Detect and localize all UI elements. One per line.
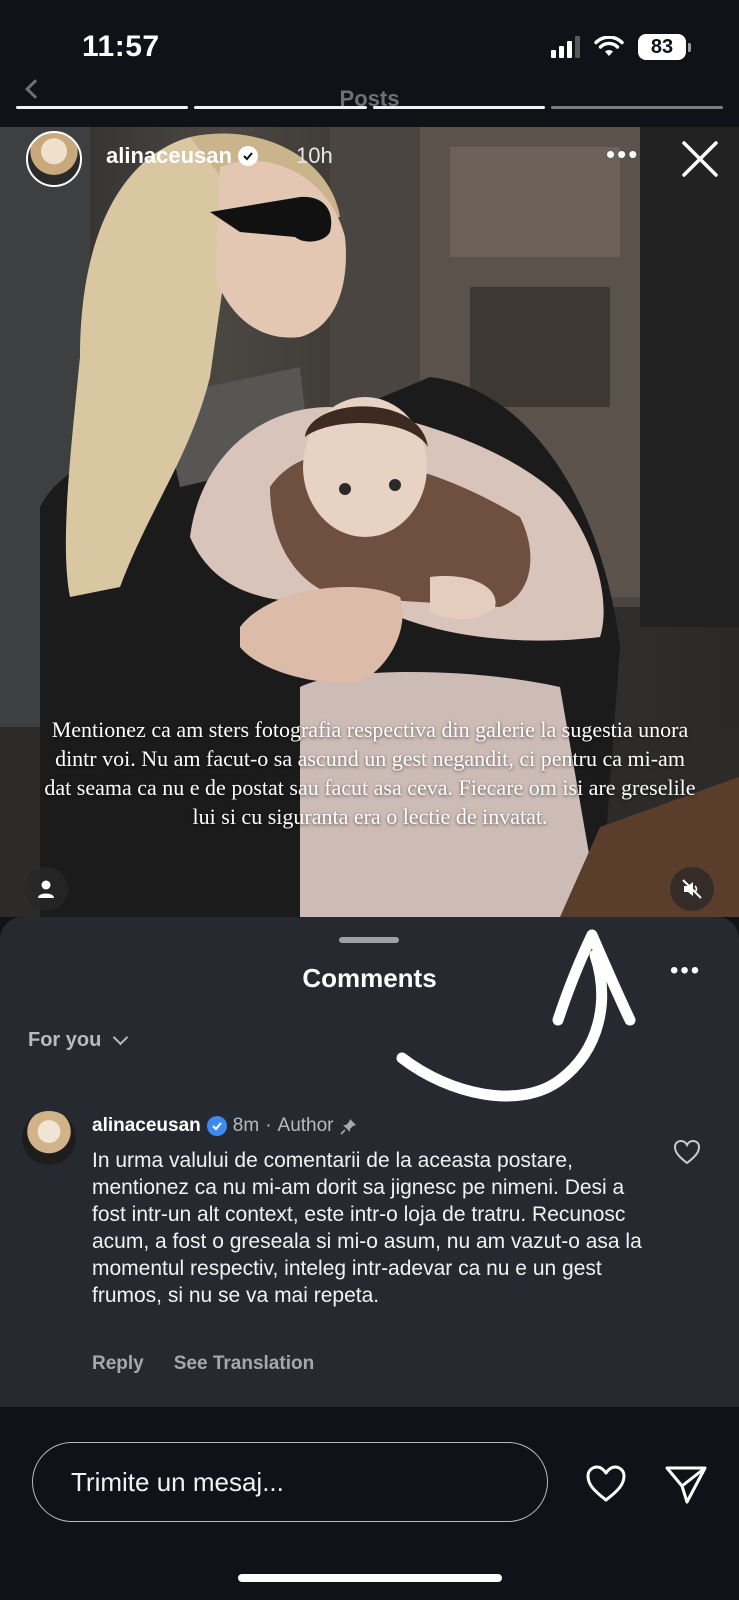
home-indicator[interactable]: [238, 1574, 502, 1582]
progress-segment: [194, 106, 367, 109]
heart-icon[interactable]: [672, 1137, 702, 1167]
comment-avatar[interactable]: [22, 1111, 76, 1165]
progress-segment: [550, 106, 723, 109]
comment-username[interactable]: alinaceusan: [92, 1115, 201, 1137]
wifi-icon: [594, 36, 624, 56]
comment-time: 8m: [232, 1115, 260, 1136]
pin-icon: [339, 1119, 356, 1135]
message-input[interactable]: Trimite un mesaj...: [32, 1442, 548, 1522]
close-icon[interactable]: [680, 139, 720, 179]
story-caption: Mentionez ca am sters fotografia respect…: [44, 717, 696, 829]
heart-icon[interactable]: [584, 1462, 628, 1506]
comment-separator: ·: [265, 1115, 272, 1136]
comments-more-icon[interactable]: •••: [670, 957, 701, 985]
battery-level: 83: [638, 34, 686, 60]
comment-text: In urma valului de comentarii de la acea…: [92, 1149, 642, 1307]
story-avatar[interactable]: [26, 131, 82, 187]
comments-title: Comments: [302, 963, 437, 993]
filter-label: For you: [28, 1029, 102, 1051]
story-view[interactable]: alinaceusan 10h ••• Mentionez ca am ster…: [0, 127, 739, 917]
more-icon[interactable]: •••: [606, 141, 639, 167]
story-username[interactable]: alinaceusan: [106, 143, 232, 169]
status-time: 11:57: [82, 30, 160, 63]
status-bar: 11:57 83: [0, 0, 739, 96]
story-progress-bar: [16, 106, 723, 109]
person-tag-button[interactable]: [24, 867, 68, 911]
cellular-signal-icon: [551, 36, 580, 58]
see-translation-button[interactable]: See Translation: [174, 1353, 314, 1375]
story-header: alinaceusan 10h •••: [0, 127, 739, 197]
comment-actions: Reply See Translation: [92, 1353, 314, 1375]
reply-button[interactable]: Reply: [92, 1353, 144, 1375]
speaker-muted-icon: [682, 879, 702, 899]
progress-segment: [16, 106, 189, 109]
sheet-drag-handle[interactable]: [339, 937, 399, 943]
story-time: 10h: [296, 143, 333, 168]
battery-icon: 83: [638, 34, 691, 60]
comments-filter-dropdown[interactable]: For you: [28, 1029, 129, 1052]
send-icon[interactable]: [664, 1464, 708, 1506]
status-indicators: 83: [551, 34, 691, 60]
verified-badge-icon: [206, 1116, 227, 1136]
story-username-row[interactable]: alinaceusan: [106, 143, 258, 169]
comment-header: alinaceusan 8m · Author: [92, 1115, 358, 1137]
comments-sheet: Comments ••• For you alinaceusan 8m · Au…: [0, 917, 739, 1407]
verified-badge-icon: [237, 146, 258, 166]
mute-button[interactable]: [670, 867, 714, 911]
chevron-down-icon: [113, 1029, 129, 1046]
progress-segment: [372, 106, 545, 109]
author-label: Author: [277, 1115, 334, 1136]
person-tag-icon: [38, 880, 54, 898]
